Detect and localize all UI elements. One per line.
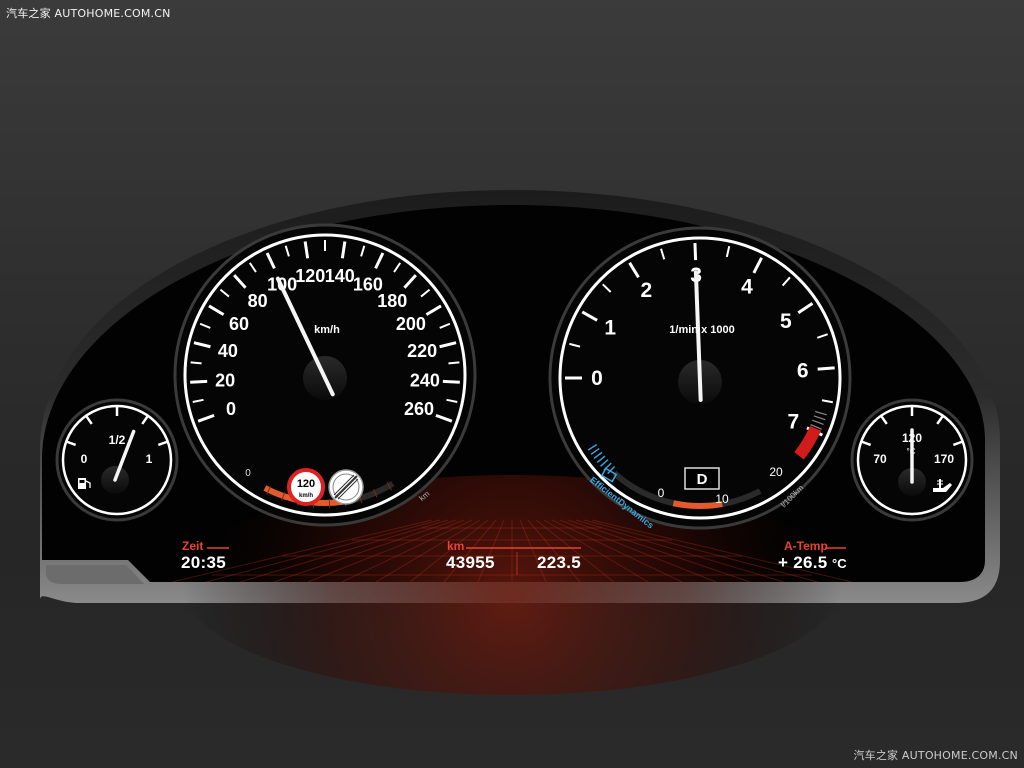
consumption-label: 20 — [769, 465, 783, 479]
fuel-gauge: 0 1/2 1 — [55, 398, 179, 522]
speed-tick — [442, 379, 460, 384]
speed-label: 80 — [248, 291, 268, 311]
speed-label: 180 — [377, 291, 407, 311]
trip-value: 223.5 — [537, 553, 582, 572]
speed-tick — [448, 361, 460, 365]
rpm-tick — [693, 243, 698, 261]
fuel-half-label: 1/2 — [109, 433, 126, 447]
speed-label: 40 — [218, 341, 238, 361]
speed-tick — [190, 379, 208, 384]
speed-label: 20 — [215, 370, 235, 390]
outside-temp-block: + 26.5 °C — [778, 553, 847, 573]
rpm-label: 0 — [591, 367, 603, 390]
gear-value: D — [697, 471, 708, 488]
speed-tick — [190, 361, 202, 365]
tachometer: 01234567 1/min x 1000 01020 l/100km Effi… — [548, 226, 852, 531]
speed-label: 220 — [407, 341, 437, 361]
speed-limit-value: 120 — [297, 478, 315, 490]
instrument-cluster: 020406080100120140160180200220240260 km/… — [40, 190, 1000, 695]
oil-min-label: 70 — [873, 452, 887, 466]
gear-indicator: D — [684, 467, 720, 490]
speed-label: 240 — [410, 370, 440, 390]
rpm-label: 7 — [788, 411, 800, 434]
oil-temp-gauge: 70 120 170 °C — [850, 398, 974, 522]
oil-max-label: 170 — [934, 452, 954, 466]
speed-label: 260 — [404, 399, 434, 419]
no-overtaking-end-sign — [328, 469, 364, 505]
outside-temp-value: + 26.5 — [778, 553, 828, 572]
speed-label: 0 — [226, 399, 236, 419]
speed-limit-sign: 120 km/h — [287, 468, 325, 506]
outside-temp-unit: °C — [832, 556, 847, 571]
speed-label: 200 — [396, 314, 426, 334]
fuel-full-label: 1 — [146, 452, 153, 466]
speed-label: 120 — [295, 266, 325, 286]
time-value: 20:35 — [181, 553, 226, 572]
rpm-label: 6 — [797, 359, 809, 382]
fuel-empty-label: 0 — [81, 452, 88, 466]
odometer-value: 43955 — [446, 553, 495, 572]
range-zero-label: 0 — [245, 468, 251, 479]
time-block: Zeit — [182, 539, 203, 553]
rpm-unit: 1/min x 1000 — [669, 324, 734, 336]
speed-limit-unit: km/h — [299, 493, 313, 499]
time-label: Zeit — [182, 539, 204, 553]
outside-temp-label: A-Temp — [784, 539, 828, 553]
speed-label: 140 — [325, 266, 355, 286]
speed-label: 60 — [229, 314, 249, 334]
consumption-label: 10 — [715, 492, 729, 506]
rpm-label: 5 — [780, 310, 792, 333]
km-label: km — [447, 539, 465, 553]
speedometer: 020406080100120140160180200220240260 km/… — [173, 223, 477, 527]
consumption-label: 0 — [658, 486, 665, 500]
rpm-tick — [817, 366, 835, 371]
rpm-label: 1 — [604, 317, 616, 340]
speed-unit: km/h — [314, 324, 340, 336]
rpm-label: 2 — [640, 279, 652, 302]
rpm-label: 4 — [741, 275, 753, 298]
